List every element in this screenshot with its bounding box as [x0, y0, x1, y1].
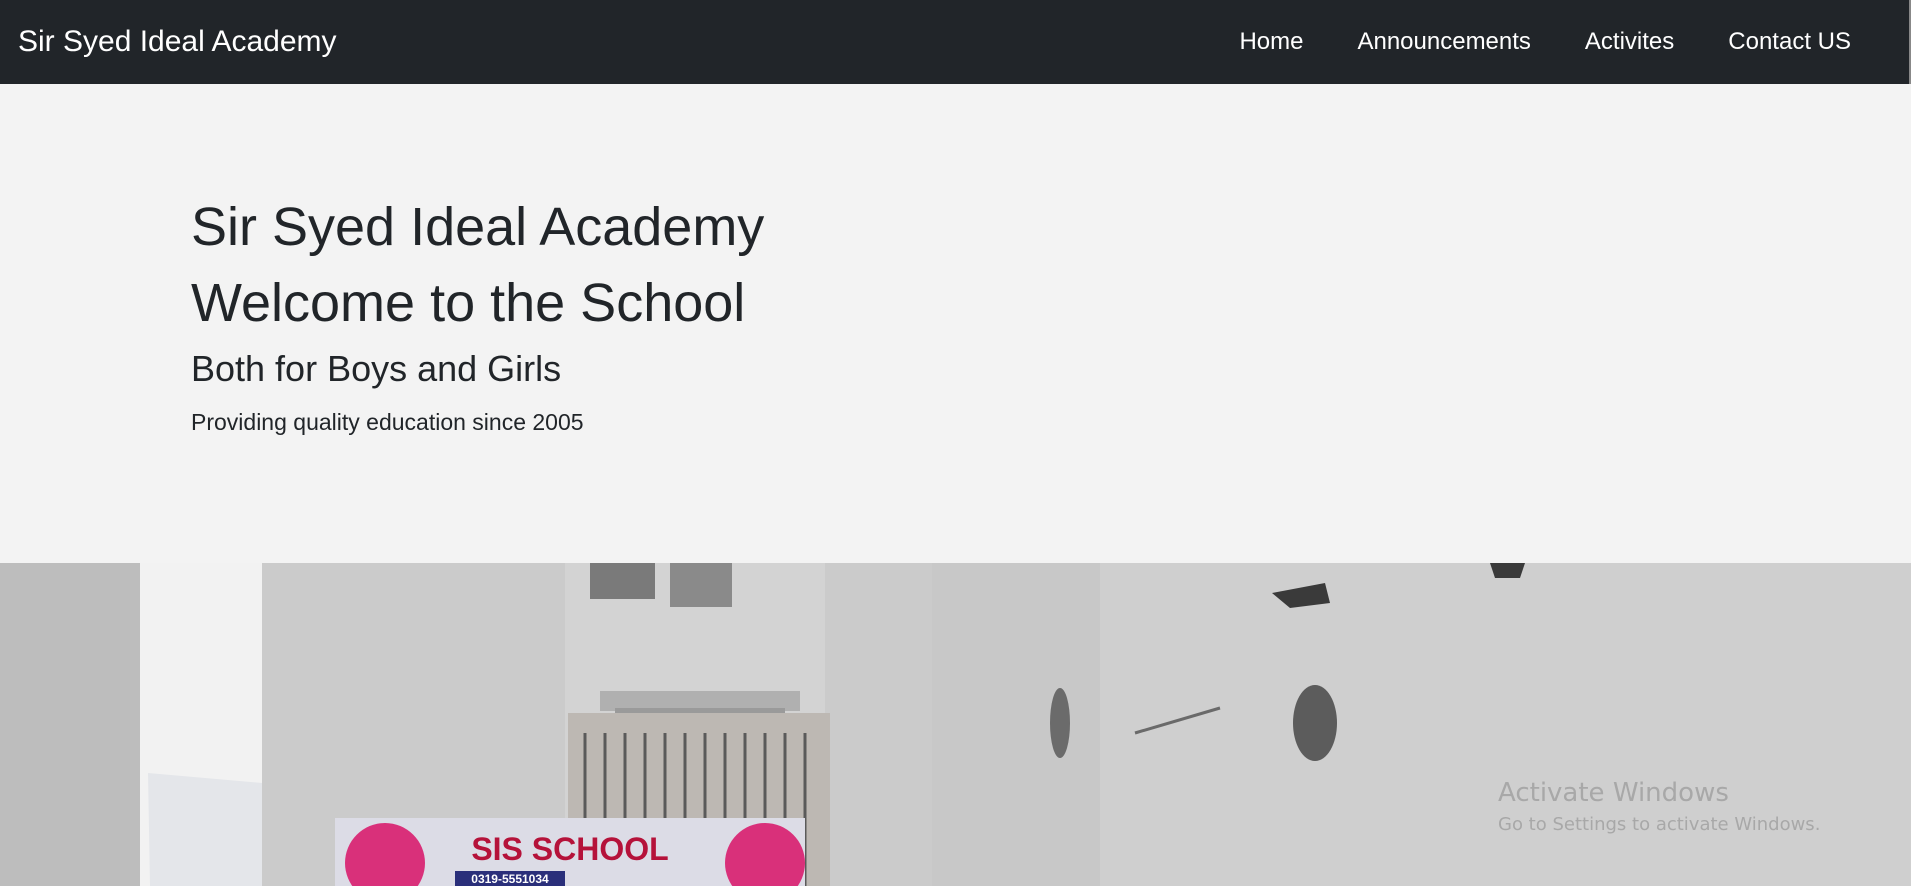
brand-link[interactable]: Sir Syed Ideal Academy	[18, 25, 337, 59]
hero-section: Sir Syed Ideal Academy Welcome to the Sc…	[0, 84, 1911, 563]
hero-description: Providing quality education since 2005	[191, 409, 584, 435]
banner-phone: 0319-5551034	[471, 872, 549, 886]
hero-title: Sir Syed Ideal Academy	[191, 197, 765, 257]
nav-link-contact-us[interactable]: Contact US	[1701, 28, 1871, 56]
nav-link-announcements[interactable]: Announcements	[1330, 28, 1557, 56]
hero-content: Sir Syed Ideal Academy Welcome to the Sc…	[191, 189, 764, 436]
hero-subtitle: Welcome to the School	[191, 273, 746, 333]
nav-link-activites[interactable]: Activites	[1558, 28, 1701, 56]
nav-link-home[interactable]: Home	[1212, 28, 1330, 56]
school-building-photo: SIS SCHOOL 0319-5551034	[0, 563, 1911, 886]
hero-tagline: Both for Boys and Girls	[191, 348, 562, 389]
banner-text: SIS SCHOOL	[471, 831, 668, 867]
top-navbar: Sir Syed Ideal Academy Home Announcement…	[0, 0, 1911, 150]
nav-links: Home Announcements Activites Contact US	[1212, 0, 1871, 84]
